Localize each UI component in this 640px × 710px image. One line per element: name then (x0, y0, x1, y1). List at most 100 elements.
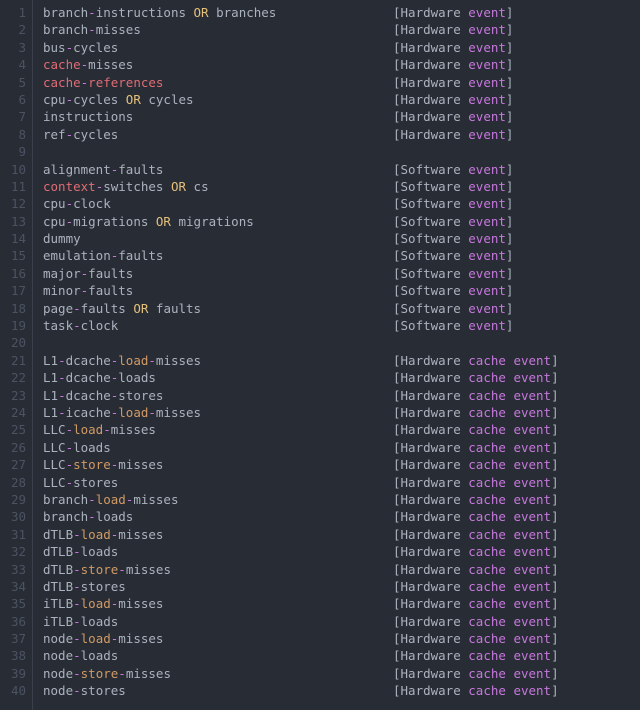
cat-close: ] (551, 596, 559, 611)
event-name: cpu-clock (43, 195, 393, 212)
code-area[interactable]: branch-instructions OR branches[Hardware… (33, 0, 640, 710)
event-name: LLC-stores (43, 474, 393, 491)
token: misses (156, 353, 201, 368)
code-line: node-loads[Hardware cache event] (43, 647, 640, 664)
token: misses (126, 562, 171, 577)
token: misses (118, 527, 163, 542)
cat-word: event (468, 248, 506, 263)
token: - (73, 562, 81, 577)
code-line: dTLB-load-misses[Hardware cache event] (43, 526, 640, 543)
cat-word-cache: cache (468, 353, 506, 368)
cat-word-event: event (513, 527, 551, 542)
token: load (73, 422, 103, 437)
token: bus (43, 40, 66, 55)
line-number: 8 (0, 126, 26, 143)
token: cycles (141, 92, 194, 107)
token: branch (43, 492, 88, 507)
token: - (58, 370, 66, 385)
cat-word-cache: cache (468, 579, 506, 594)
event-name: cache-misses (43, 56, 393, 73)
token: node (43, 631, 73, 646)
code-line: cache-references[Hardware event] (43, 74, 640, 91)
token: LLC (43, 440, 66, 455)
cat-word-event: event (513, 544, 551, 559)
token: dTLB (43, 544, 73, 559)
event-category: [Hardware event] (393, 39, 513, 56)
cat-close: ] (551, 683, 559, 698)
code-line: LLC-loads[Hardware cache event] (43, 439, 640, 456)
line-number: 34 (0, 578, 26, 595)
token: faults (88, 266, 133, 281)
cat-word-cache: cache (468, 544, 506, 559)
cat-close: ] (506, 266, 514, 281)
token: OR (133, 301, 148, 316)
code-line: bus-cycles[Hardware event] (43, 39, 640, 56)
code-line: task-clock[Software event] (43, 317, 640, 334)
token: load (118, 405, 148, 420)
token: - (88, 492, 96, 507)
event-category: [Software event] (393, 282, 513, 299)
cat-close: ] (551, 631, 559, 646)
code-line: minor-faults[Software event] (43, 282, 640, 299)
event-name: branch-load-misses (43, 491, 393, 508)
code-line: major-faults[Software event] (43, 265, 640, 282)
token: load (81, 631, 111, 646)
token: store (73, 457, 111, 472)
code-line: LLC-stores[Hardware cache event] (43, 474, 640, 491)
event-name: cpu-migrations OR migrations (43, 213, 393, 230)
token: stores (81, 683, 126, 698)
event-name: branch-loads (43, 508, 393, 525)
cat-open: [Hardware (393, 596, 468, 611)
code-line: branch-loads[Hardware cache event] (43, 508, 640, 525)
cat-word-cache: cache (468, 509, 506, 524)
token: misses (133, 492, 178, 507)
cat-word: event (468, 179, 506, 194)
cat-close: ] (551, 509, 559, 524)
cat-open: [Hardware (393, 5, 468, 20)
token: dummy (43, 231, 81, 246)
cat-close: ] (506, 75, 514, 90)
event-category: [Hardware cache event] (393, 508, 559, 525)
token: task (43, 318, 73, 333)
token: - (66, 40, 74, 55)
cat-close: ] (506, 5, 514, 20)
cat-open: [Hardware (393, 666, 468, 681)
event-name: L1-dcache-stores (43, 387, 393, 404)
event-name: node-stores (43, 682, 393, 699)
token: iTLB (43, 614, 73, 629)
token: faults (81, 301, 126, 316)
cat-open: [Hardware (393, 579, 468, 594)
token: references (88, 75, 163, 90)
token: stores (73, 475, 118, 490)
token: - (73, 527, 81, 542)
line-number: 29 (0, 491, 26, 508)
line-number: 19 (0, 317, 26, 334)
token: LLC (43, 457, 66, 472)
cat-word: event (468, 75, 506, 90)
token: misses (118, 631, 163, 646)
event-category: [Hardware cache event] (393, 491, 559, 508)
code-editor: 1234567891011121314151617181920212223242… (0, 0, 640, 710)
token: - (73, 544, 81, 559)
token: - (66, 127, 74, 142)
cat-open: [Hardware (393, 353, 468, 368)
cat-word-cache: cache (468, 492, 506, 507)
token: - (88, 509, 96, 524)
token: ref (43, 127, 66, 142)
token: loads (81, 648, 119, 663)
token: dTLB (43, 562, 73, 577)
cat-open: [Software (393, 266, 468, 281)
token: OR (194, 5, 209, 20)
token: dcache (66, 370, 111, 385)
code-line: context-switches OR cs[Software event] (43, 178, 640, 195)
token: load (118, 353, 148, 368)
code-line: alignment-faults[Software event] (43, 161, 640, 178)
line-number: 40 (0, 682, 26, 699)
cat-close: ] (506, 318, 514, 333)
token: faults (118, 162, 163, 177)
token: - (66, 475, 74, 490)
cat-word: event (468, 5, 506, 20)
token: - (73, 579, 81, 594)
token: - (88, 22, 96, 37)
token: - (73, 614, 81, 629)
